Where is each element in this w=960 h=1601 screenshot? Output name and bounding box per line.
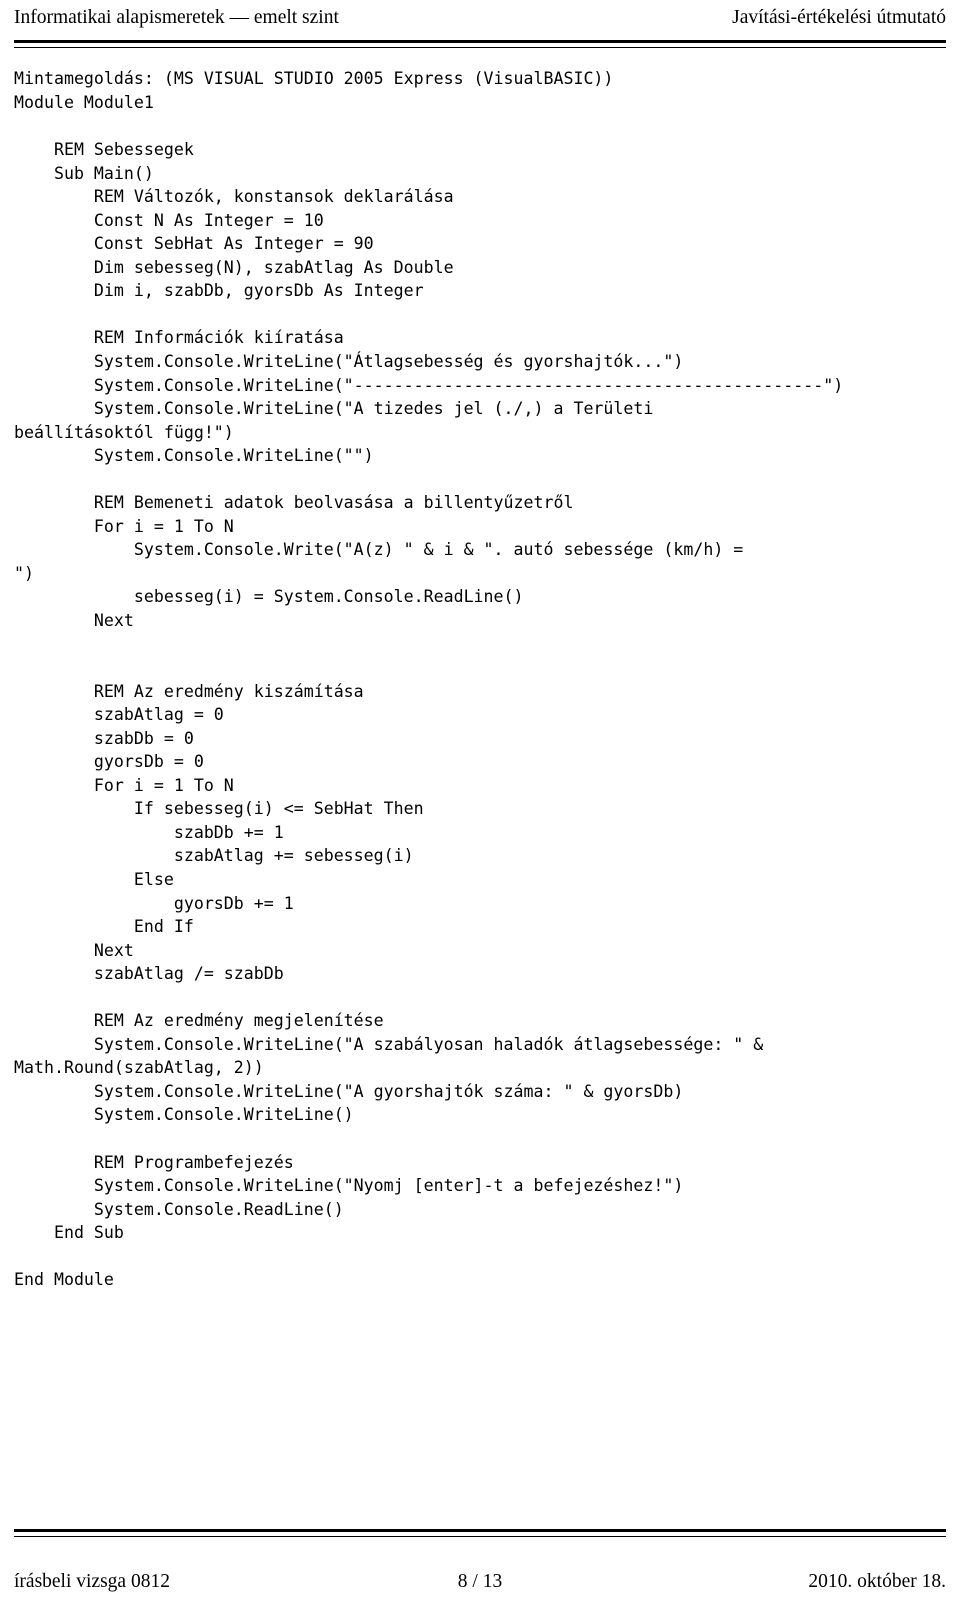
code-line: If sebesseg(i) <= SebHat Then bbox=[14, 799, 424, 819]
code-line: Const SebHat As Integer = 90 bbox=[14, 234, 374, 254]
code-line: Dim sebesseg(N), szabAtlag As Double bbox=[14, 257, 454, 277]
code-line: System.Console.WriteLine("Nyomj [enter]-… bbox=[14, 1176, 684, 1196]
code-line: Mintamegoldás: (MS VISUAL STUDIO 2005 Ex… bbox=[14, 69, 614, 89]
code-line: System.Console.WriteLine() bbox=[14, 1105, 354, 1125]
code-line: For i = 1 To N bbox=[14, 516, 234, 536]
code-line: System.Console.WriteLine("A szabályosan … bbox=[14, 1034, 764, 1054]
code-line: System.Console.WriteLine("--------------… bbox=[14, 375, 844, 395]
source-code-listing: Mintamegoldás: (MS VISUAL STUDIO 2005 Ex… bbox=[14, 67, 946, 1291]
code-line: szabAtlag = 0 bbox=[14, 705, 224, 725]
page-header: Informatikai alapismeretek — emelt szint… bbox=[14, 0, 946, 29]
code-line: System.Console.Write("A(z) " & i & ". au… bbox=[14, 540, 744, 560]
code-line: System.Console.WriteLine("A gyorshajtók … bbox=[14, 1081, 684, 1101]
code-line: Next bbox=[14, 940, 134, 960]
footer-divider-rule bbox=[14, 1528, 946, 1537]
footer-row: írásbeli vizsga 0812 8 / 13 2010. októbe… bbox=[14, 1571, 946, 1593]
code-line: beállításoktól függ!") bbox=[14, 422, 234, 442]
code-line: gyorsDb = 0 bbox=[14, 752, 204, 772]
code-line: REM Bemeneti adatok beolvasása a billent… bbox=[14, 493, 574, 513]
document-page: Informatikai alapismeretek — emelt szint… bbox=[0, 0, 960, 1601]
header-document-type: Javítási-értékelési útmutató bbox=[732, 7, 946, 28]
code-line: Dim i, szabDb, gyorsDb As Integer bbox=[14, 281, 424, 301]
code-line: End Sub bbox=[14, 1223, 124, 1243]
code-line: Math.Round(szabAtlag, 2)) bbox=[14, 1058, 264, 1078]
code-line: System.Console.WriteLine("Átlagsebesség … bbox=[14, 351, 684, 371]
code-line: Sub Main() bbox=[14, 163, 154, 183]
footer-exam-label: írásbeli vizsga 0812 bbox=[14, 1570, 170, 1592]
code-line: REM Sebessegek bbox=[14, 140, 194, 160]
header-subject-title: Informatikai alapismeretek — emelt szint bbox=[14, 7, 339, 28]
code-line: gyorsDb += 1 bbox=[14, 893, 294, 913]
code-line: End Module bbox=[14, 1270, 114, 1290]
code-line: REM Programbefejezés bbox=[14, 1152, 294, 1172]
code-line: Next bbox=[14, 611, 134, 630]
code-line: Module Module1 bbox=[14, 92, 154, 112]
code-line: End If bbox=[14, 917, 194, 937]
code-line: szabAtlag /= szabDb bbox=[14, 964, 284, 984]
page-footer: írásbeli vizsga 0812 8 / 13 2010. októbe… bbox=[14, 1528, 946, 1593]
code-line: Else bbox=[14, 870, 174, 890]
code-line: System.Console.WriteLine("A tizedes jel … bbox=[14, 399, 654, 419]
code-line: szabDb = 0 bbox=[14, 728, 194, 748]
code-line: For i = 1 To N bbox=[14, 775, 234, 795]
footer-exam-date: 2010. október 18. bbox=[808, 1570, 946, 1592]
code-line: szabDb += 1 bbox=[14, 822, 284, 842]
code-line: REM Az eredmény megjelenítése bbox=[14, 1011, 384, 1031]
code-line: Const N As Integer = 10 bbox=[14, 210, 324, 230]
code-line: REM Az eredmény kiszámítása bbox=[14, 681, 364, 701]
code-line: System.Console.ReadLine() bbox=[14, 1199, 344, 1219]
code-line: REM Változók, konstansok deklarálása bbox=[14, 187, 454, 207]
header-divider-rule bbox=[14, 40, 946, 49]
code-line: REM Információk kiíratása bbox=[14, 328, 344, 348]
code-line: szabAtlag += sebesseg(i) bbox=[14, 846, 414, 866]
code-line: System.Console.WriteLine("") bbox=[14, 446, 374, 466]
code-line: ") bbox=[14, 563, 34, 583]
code-line: sebesseg(i) = System.Console.ReadLine() bbox=[14, 587, 524, 607]
